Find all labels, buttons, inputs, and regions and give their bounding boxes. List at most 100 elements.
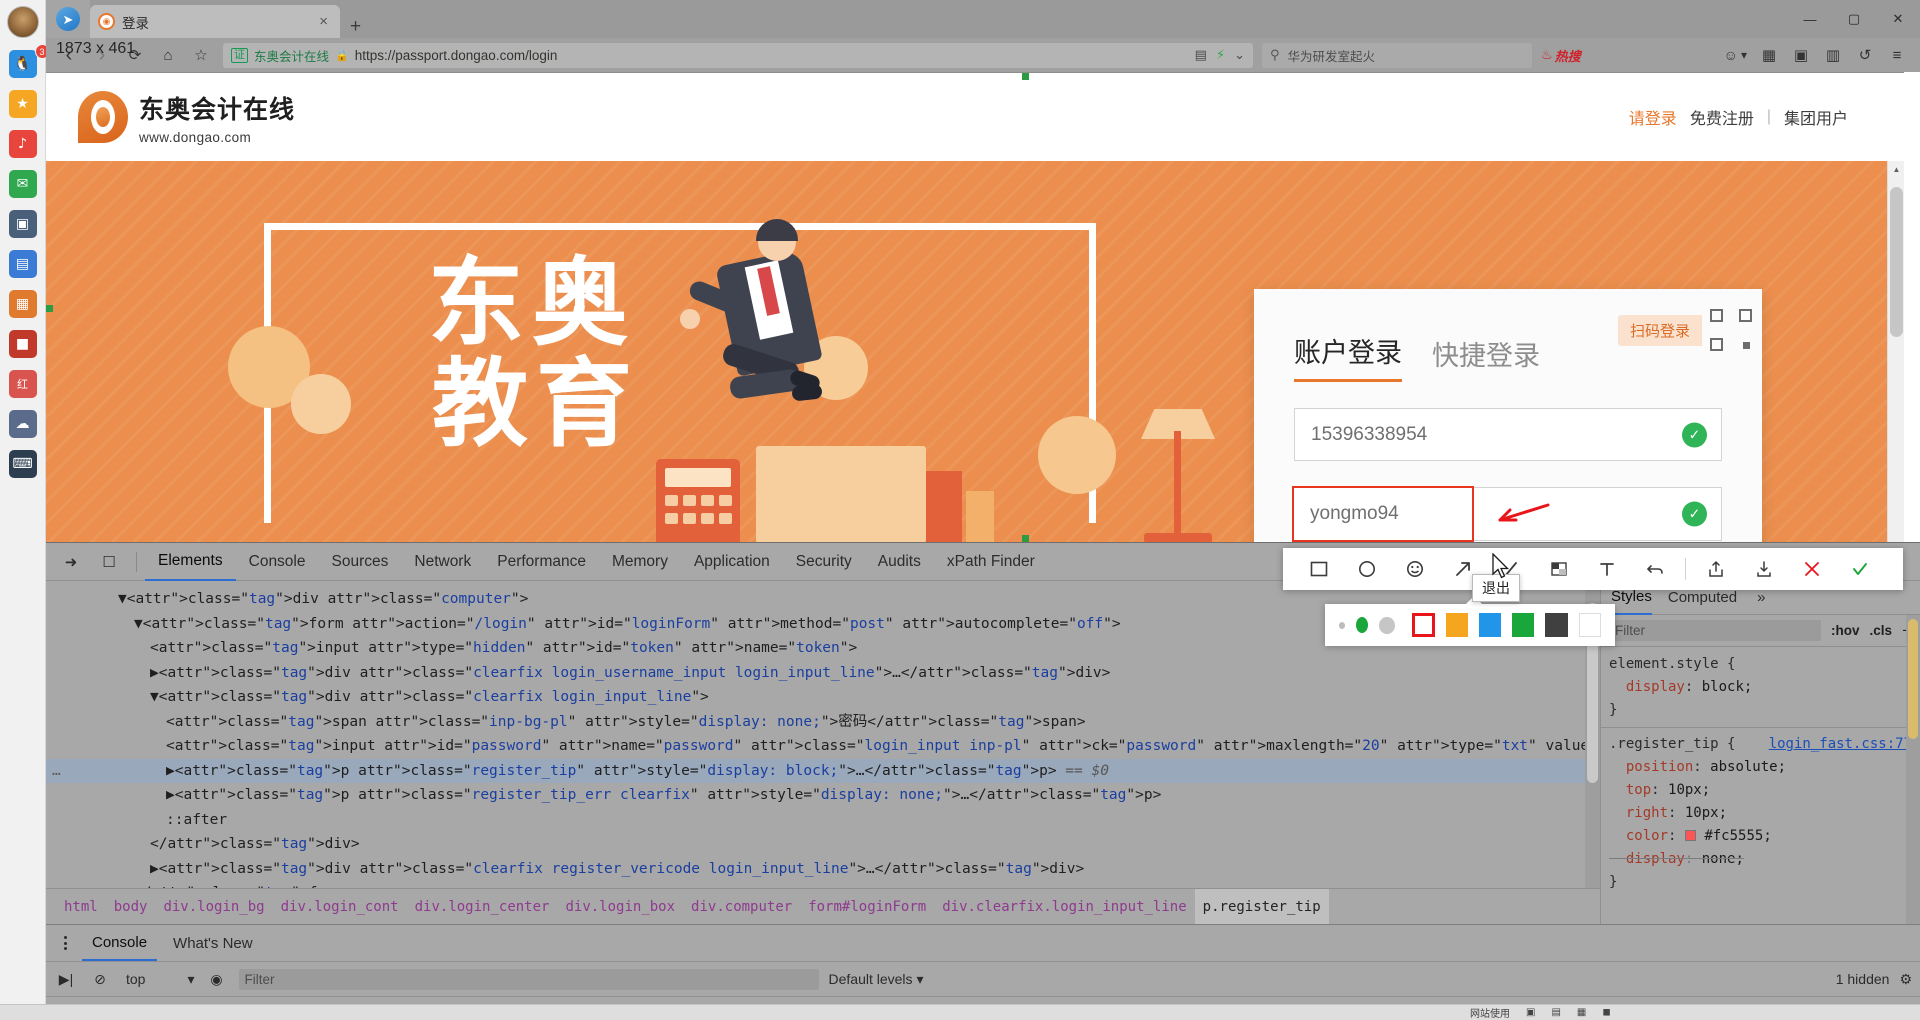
breadcrumb-item[interactable]: div.login_box [557,889,683,925]
cloud-icon[interactable]: ☁ [8,410,37,438]
minimize-button[interactable]: — [1788,0,1832,38]
code-line[interactable]: <attr">class="tag">span attr">class="inp… [46,710,1600,735]
app-icon[interactable]: ▣ [8,210,37,238]
more-options-icon[interactable] [54,936,76,950]
taskbar-item-a[interactable]: ▣ [1526,1007,1535,1018]
taskbar-item-site[interactable]: 网站使用 [1470,1005,1510,1020]
text-tool[interactable] [1583,548,1631,590]
music-icon[interactable]: ♪ [8,130,37,158]
code-line[interactable]: ▶<attr">class="tag">p attr">class="regis… [46,783,1600,808]
style-rule-selector[interactable]: element.style { [1601,653,1920,676]
style-declaration[interactable]: display: none; [1601,848,1920,871]
calendar-icon[interactable]: ▦ [8,290,37,318]
browser-tab[interactable]: ◉ 登录 × [90,5,340,38]
color-swatch-white[interactable] [1578,613,1601,637]
qrcode-icon[interactable] [1710,309,1752,351]
header-group-user-link[interactable]: 集团用户 [1784,105,1848,129]
cancel-tool[interactable] [1788,548,1836,590]
styles-scrollbar-thumb[interactable] [1908,619,1918,739]
brush-size-medium[interactable] [1356,617,1369,633]
tab-sources[interactable]: Sources [319,543,402,581]
styles-rules[interactable]: element.style { display: block;} .registe… [1601,647,1920,924]
star-icon[interactable]: ★ [8,90,37,118]
tab-performance[interactable]: Performance [484,543,599,581]
breadcrumb-item[interactable]: div.login_cont [273,889,407,925]
breadcrumb-item[interactable]: p.register_tip [1194,888,1329,925]
chevron-down-icon[interactable]: ⌄ [1234,47,1245,63]
address-bar[interactable]: 证 东奥会计在线 🔒 https://passport.dongao.com/l… [223,42,1253,68]
undo-icon[interactable]: ↺ [1850,42,1880,68]
taskbar-item-b[interactable]: ▤ [1551,1007,1560,1018]
confirm-tool[interactable] [1836,548,1884,590]
tab-elements[interactable]: Elements [145,543,236,581]
color-swatch-red[interactable] [1412,613,1435,637]
window-icon[interactable]: ▣ [1786,42,1816,68]
tab-application[interactable]: Application [681,543,783,581]
styles-filter-input[interactable]: Filter [1609,620,1822,641]
taskbar-item-c[interactable]: ▦ [1577,1007,1586,1018]
code-line[interactable]: </attr">class="tag">div> [46,832,1600,857]
red-icon[interactable]: 红 [8,370,37,398]
console-context-selector[interactable]: top ▾ [122,971,195,988]
share-tool[interactable] [1692,548,1740,590]
header-register-link[interactable]: 免费注册 [1690,105,1754,129]
inspect-cursor-icon[interactable]: ➜ [52,547,90,577]
tab-xpath-finder[interactable]: xPath Finder [934,543,1048,581]
grid-icon[interactable]: ▤ [1195,47,1207,63]
tab-security[interactable]: Security [783,543,865,581]
color-swatch-blue[interactable] [1479,613,1502,637]
style-rule-selector[interactable]: .register_tip {login_fast.css:77 [1601,733,1920,756]
password-input-highlight[interactable]: yongmo94 [1292,486,1474,542]
style-declaration[interactable]: position: absolute; [1601,756,1920,779]
breadcrumb-item[interactable]: div.login_bg [155,889,272,925]
style-declaration[interactable]: display: block; [1601,676,1920,699]
breadcrumb-item[interactable]: form#loginForm [800,889,934,925]
search-input[interactable]: ⚲ 华为研发室起火 [1262,42,1532,68]
console-levels-selector[interactable]: Default levels ▾ [829,971,924,988]
style-source-link[interactable]: login_fast.css:77 [1769,733,1920,756]
scroll-up-icon[interactable]: ▲ [1888,161,1904,178]
header-login-link[interactable]: 请登录 [1629,105,1677,129]
style-declaration[interactable]: top: 10px; [1601,779,1920,802]
breadcrumb-item[interactable]: body [106,889,156,925]
styles-scrollbar[interactable] [1906,615,1920,924]
page-scrollbar-thumb[interactable] [1890,187,1903,337]
bookmark-icon[interactable]: ☆ [186,42,216,68]
mosaic-tool[interactable] [1535,548,1583,590]
apps-icon[interactable]: ▦ [1754,42,1784,68]
code-line[interactable]: ::after [46,808,1600,833]
browser-menu-icon[interactable]: ≡ [1882,42,1912,68]
username-input[interactable]: 15396338954 ✓ [1294,408,1722,461]
code-line[interactable]: <attr">class="tag">input attr">id="passw… [46,734,1600,759]
styles-cls-toggle[interactable]: .cls [1870,623,1893,638]
clear-console-icon[interactable]: ⊘ [88,967,112,991]
site-logo[interactable]: 东奥会计在线 www.dongao.com [78,90,295,145]
doc-icon[interactable]: ▤ [8,250,37,278]
new-tab-button[interactable]: + [350,16,361,38]
avatar[interactable] [6,6,39,38]
window-close-button[interactable]: ✕ [1876,0,1920,38]
shop-icon[interactable]: ■ [8,330,37,358]
tab-network[interactable]: Network [401,543,484,581]
ellipse-tool[interactable] [1343,548,1391,590]
tab-quick-login[interactable]: 快捷登录 [1432,334,1540,382]
qq-icon[interactable]: 🐧 [8,50,37,78]
breadcrumb-item[interactable]: div.clearfix.login_input_line [934,889,1194,925]
taskbar-item-d[interactable]: ◼ [1602,1007,1610,1018]
tab-account-login[interactable]: 账户登录 [1294,331,1402,382]
emoji-tool[interactable] [1391,548,1439,590]
style-declaration[interactable]: right: 10px; [1601,802,1920,825]
rectangle-tool[interactable] [1295,548,1343,590]
color-swatch-icon[interactable] [1684,830,1696,841]
code-line[interactable]: ▶<attr">class="tag">div attr">class="cle… [46,857,1600,882]
mail-icon[interactable]: ✉ [8,170,37,198]
brush-size-large[interactable] [1379,616,1396,634]
eye-icon[interactable]: ◉ [205,967,229,991]
code-line[interactable]: ▼<attr">class="tag">div attr">class="cle… [46,685,1600,710]
home-icon[interactable]: ⌂ [153,42,183,68]
gear-icon[interactable]: ⚙ [1899,971,1912,988]
tab-audits[interactable]: Audits [865,543,934,581]
page-scrollbar[interactable]: ▲ ▼ [1887,161,1904,542]
breadcrumb-item[interactable]: div.computer [683,889,800,925]
download-tool[interactable] [1740,548,1788,590]
